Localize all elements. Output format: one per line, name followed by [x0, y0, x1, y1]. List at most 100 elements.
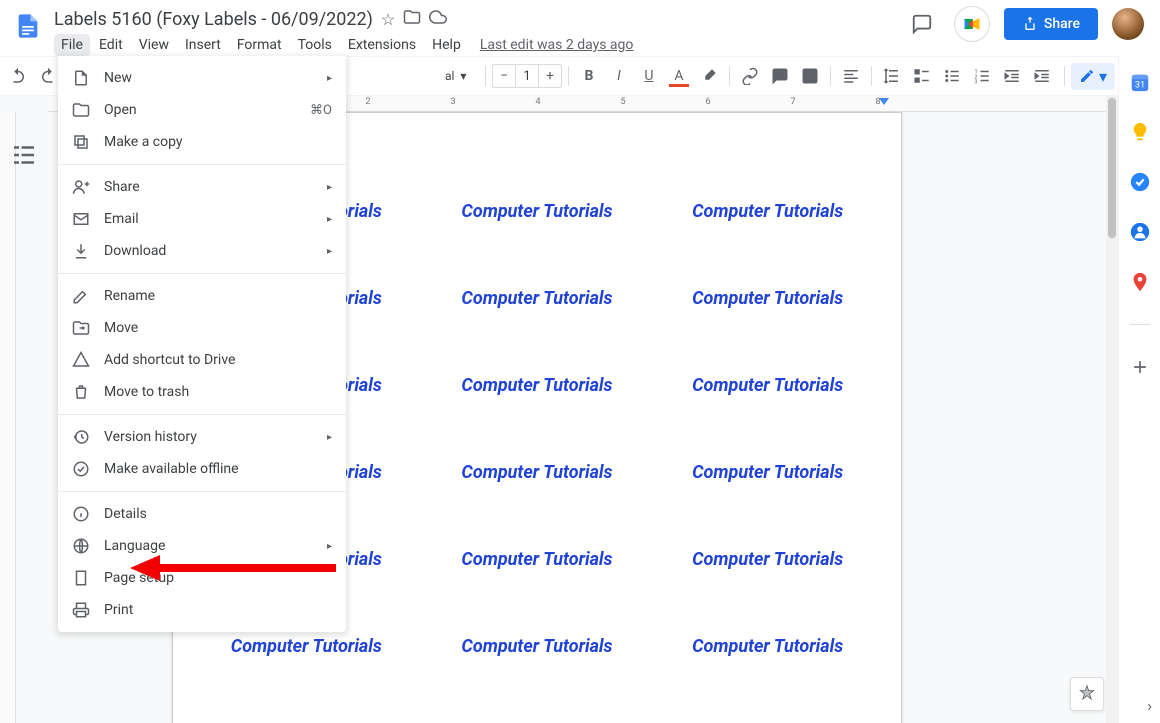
ruler-indent-marker[interactable]	[879, 98, 889, 105]
link-button[interactable]	[736, 62, 764, 90]
share-label: Share	[1044, 16, 1080, 32]
text-color-button[interactable]: A	[665, 62, 693, 90]
fontsize-increase[interactable]: +	[539, 68, 561, 84]
print-icon	[72, 601, 90, 619]
menu-edit[interactable]: Edit	[92, 34, 130, 56]
menu-insert[interactable]: Insert	[178, 34, 228, 56]
move-icon	[72, 319, 90, 337]
move-folder-icon[interactable]	[403, 8, 421, 30]
menu-view[interactable]: View	[132, 34, 176, 56]
fontsize-stepper[interactable]: − 1 +	[492, 64, 562, 88]
image-button[interactable]	[796, 62, 824, 90]
label-cell[interactable]: Computer Tutorials	[428, 636, 647, 657]
side-panel: 31 ›	[1118, 56, 1160, 723]
scrollbar-thumb[interactable]	[1108, 98, 1116, 238]
share-button[interactable]: Share	[1004, 8, 1098, 40]
align-button[interactable]	[837, 62, 865, 90]
menu-item-trash[interactable]: Move to trash	[58, 376, 346, 408]
label-cell[interactable]: Computer Tutorials	[658, 288, 877, 309]
docs-logo[interactable]	[8, 6, 48, 46]
menu-help[interactable]: Help	[425, 34, 468, 56]
menu-item-rename[interactable]: Rename	[58, 280, 346, 312]
menu-item-open[interactable]: Open⌘O	[58, 94, 346, 126]
hide-sidepanel-button[interactable]: ›	[1147, 696, 1152, 715]
indent-increase-button[interactable]	[1028, 62, 1056, 90]
last-edit-link[interactable]: Last edit was 2 days ago	[480, 37, 634, 53]
fontsize-decrease[interactable]: −	[493, 68, 515, 84]
offline-icon	[72, 460, 90, 478]
trash-icon	[72, 383, 90, 401]
file-menu-dropdown: New▸ Open⌘O Make a copy Share▸ Email▸ Do…	[58, 56, 346, 632]
contacts-icon[interactable]	[1128, 220, 1152, 244]
meet-button[interactable]	[954, 6, 990, 42]
svg-text:31: 31	[1134, 81, 1144, 91]
label-cell[interactable]: Computer Tutorials	[428, 375, 647, 396]
menu-item-version-history[interactable]: Version history▸	[58, 421, 346, 453]
document-outline-button[interactable]	[9, 140, 39, 170]
menu-item-page-setup[interactable]: Page setup	[58, 562, 346, 594]
rename-icon	[72, 287, 90, 305]
font-select[interactable]: al▾	[439, 64, 479, 88]
account-avatar[interactable]	[1112, 8, 1144, 40]
comment-button[interactable]	[766, 62, 794, 90]
maps-icon[interactable]	[1128, 270, 1152, 294]
editing-mode-button[interactable]: ▾	[1071, 63, 1115, 90]
indent-decrease-button[interactable]	[998, 62, 1026, 90]
folder-icon	[72, 101, 90, 119]
menu-tools[interactable]: Tools	[291, 34, 339, 56]
menu-item-email[interactable]: Email▸	[58, 203, 346, 235]
explore-button[interactable]	[1070, 677, 1104, 711]
cloud-status-icon[interactable]	[429, 8, 447, 30]
label-cell[interactable]: Computer Tutorials	[658, 462, 877, 483]
fontsize-value[interactable]: 1	[515, 65, 539, 87]
menu-format[interactable]: Format	[230, 34, 289, 56]
underline-button[interactable]: U	[635, 62, 663, 90]
menu-item-move[interactable]: Move	[58, 312, 346, 344]
tasks-icon[interactable]	[1128, 170, 1152, 194]
undo-button[interactable]	[4, 62, 32, 90]
label-cell[interactable]: Computer Tutorials	[197, 636, 416, 657]
label-cell[interactable]: Computer Tutorials	[428, 201, 647, 222]
info-icon	[72, 505, 90, 523]
menu-item-print[interactable]: Print	[58, 594, 346, 626]
comments-button[interactable]	[904, 6, 940, 42]
page-setup-icon	[72, 569, 90, 587]
add-addon-icon[interactable]	[1128, 355, 1152, 379]
menu-file[interactable]: File	[54, 34, 90, 56]
label-cell[interactable]: Computer Tutorials	[428, 288, 647, 309]
bulleted-list-button[interactable]	[938, 62, 966, 90]
menu-item-offline[interactable]: Make available offline	[58, 453, 346, 485]
menu-item-add-shortcut[interactable]: Add shortcut to Drive	[58, 344, 346, 376]
menu-item-make-copy[interactable]: Make a copy	[58, 126, 346, 158]
label-cell[interactable]: Computer Tutorials	[658, 549, 877, 570]
highlight-button[interactable]	[695, 62, 723, 90]
menu-item-download[interactable]: Download▸	[58, 235, 346, 267]
label-cell[interactable]: Computer Tutorials	[658, 201, 877, 222]
label-cell[interactable]: Computer Tutorials	[428, 462, 647, 483]
bold-button[interactable]: B	[575, 62, 603, 90]
copy-icon	[72, 133, 90, 151]
calendar-icon[interactable]: 31	[1128, 70, 1152, 94]
menu-extensions[interactable]: Extensions	[341, 34, 423, 56]
download-icon	[72, 242, 90, 260]
menu-item-new[interactable]: New▸	[58, 62, 346, 94]
line-spacing-button[interactable]	[878, 62, 906, 90]
vertical-ruler[interactable]	[0, 112, 16, 723]
label-cell[interactable]: Computer Tutorials	[428, 549, 647, 570]
email-icon	[72, 210, 90, 228]
star-icon[interactable]: ☆	[381, 10, 395, 29]
document-title[interactable]: Labels 5160 (Foxy Labels - 06/09/2022)	[54, 9, 373, 30]
keep-icon[interactable]	[1128, 120, 1152, 144]
menu-item-details[interactable]: Details	[58, 498, 346, 530]
checklist-button[interactable]	[908, 62, 936, 90]
vertical-scrollbar[interactable]	[1106, 96, 1118, 723]
numbered-list-button[interactable]: 123	[968, 62, 996, 90]
label-cell[interactable]: Computer Tutorials	[658, 636, 877, 657]
label-cell[interactable]: Computer Tutorials	[658, 375, 877, 396]
menu-item-share[interactable]: Share▸	[58, 171, 346, 203]
menu-item-language[interactable]: Language▸	[58, 530, 346, 562]
drive-shortcut-icon	[72, 351, 90, 369]
history-icon	[72, 428, 90, 446]
globe-icon	[72, 537, 90, 555]
italic-button[interactable]: I	[605, 62, 633, 90]
